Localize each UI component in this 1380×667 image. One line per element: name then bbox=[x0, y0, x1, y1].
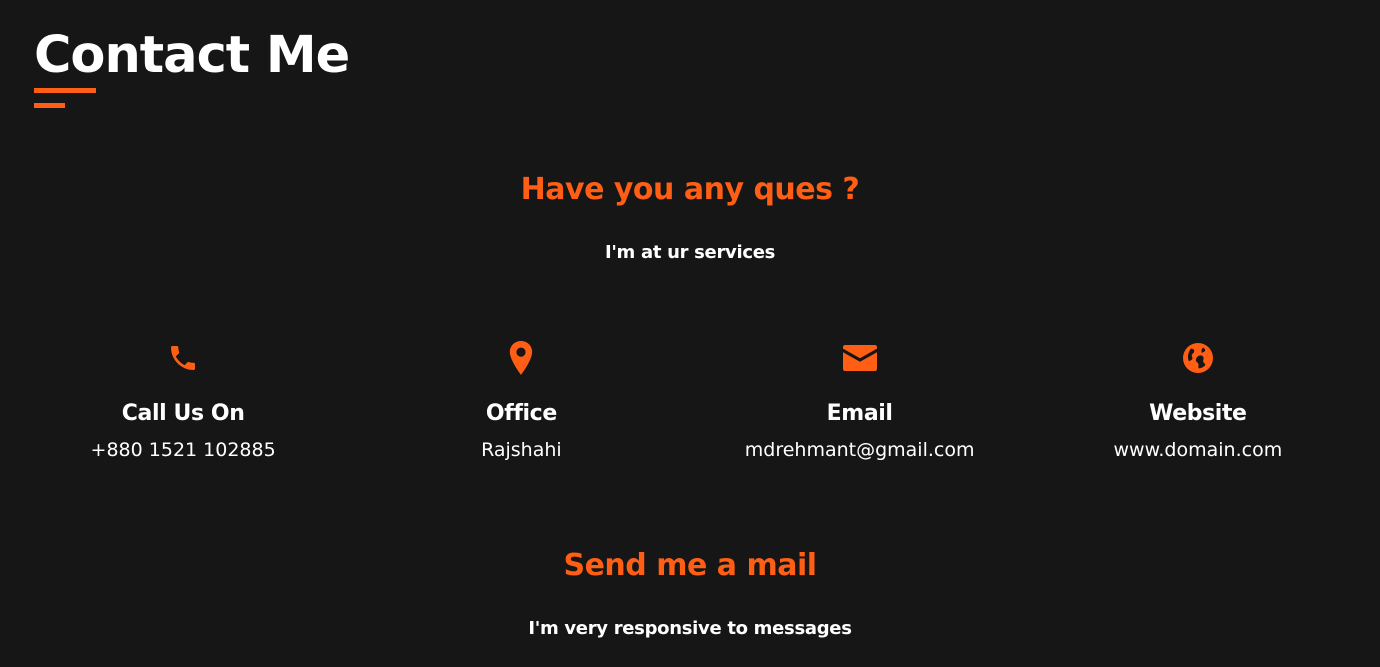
contact-card-email: Email mdrehmant@gmail.com bbox=[691, 338, 1029, 462]
contact-email-value[interactable]: mdrehmant@gmail.com bbox=[691, 438, 1029, 462]
mail-subheading: I'm very responsive to messages bbox=[528, 618, 852, 639]
contact-label: Website bbox=[1149, 401, 1247, 426]
contact-section: Contact Me Have you any ques ? I'm at ur… bbox=[0, 0, 1380, 667]
contact-card-office: Office Rajshahi bbox=[352, 338, 690, 462]
contact-label: Email bbox=[826, 401, 893, 426]
section-title: Contact Me bbox=[34, 26, 350, 85]
contact-website-value[interactable]: www.domain.com bbox=[1029, 438, 1367, 462]
contact-phone-value[interactable]: +880 1521 102885 bbox=[14, 438, 352, 462]
globe-icon bbox=[1029, 338, 1367, 378]
contact-label: Call Us On bbox=[121, 401, 245, 426]
map-marker-icon bbox=[352, 338, 690, 378]
title-underline-short bbox=[34, 103, 65, 108]
contact-office-value: Rajshahi bbox=[481, 439, 562, 461]
mail-heading: Send me a mail bbox=[563, 548, 817, 583]
envelope-icon bbox=[691, 338, 1029, 378]
questions-subheading: I'm at ur services bbox=[604, 242, 776, 263]
contact-label: Office bbox=[485, 401, 557, 426]
title-underline bbox=[34, 88, 96, 93]
phone-icon bbox=[14, 338, 352, 378]
contact-card-website: Website www.domain.com bbox=[1029, 338, 1367, 462]
contact-card-phone: Call Us On +880 1521 102885 bbox=[14, 338, 352, 462]
questions-heading: Have you any ques ? bbox=[520, 172, 860, 207]
contact-info-row: Call Us On +880 1521 102885 Office Rajsh… bbox=[14, 338, 1367, 462]
